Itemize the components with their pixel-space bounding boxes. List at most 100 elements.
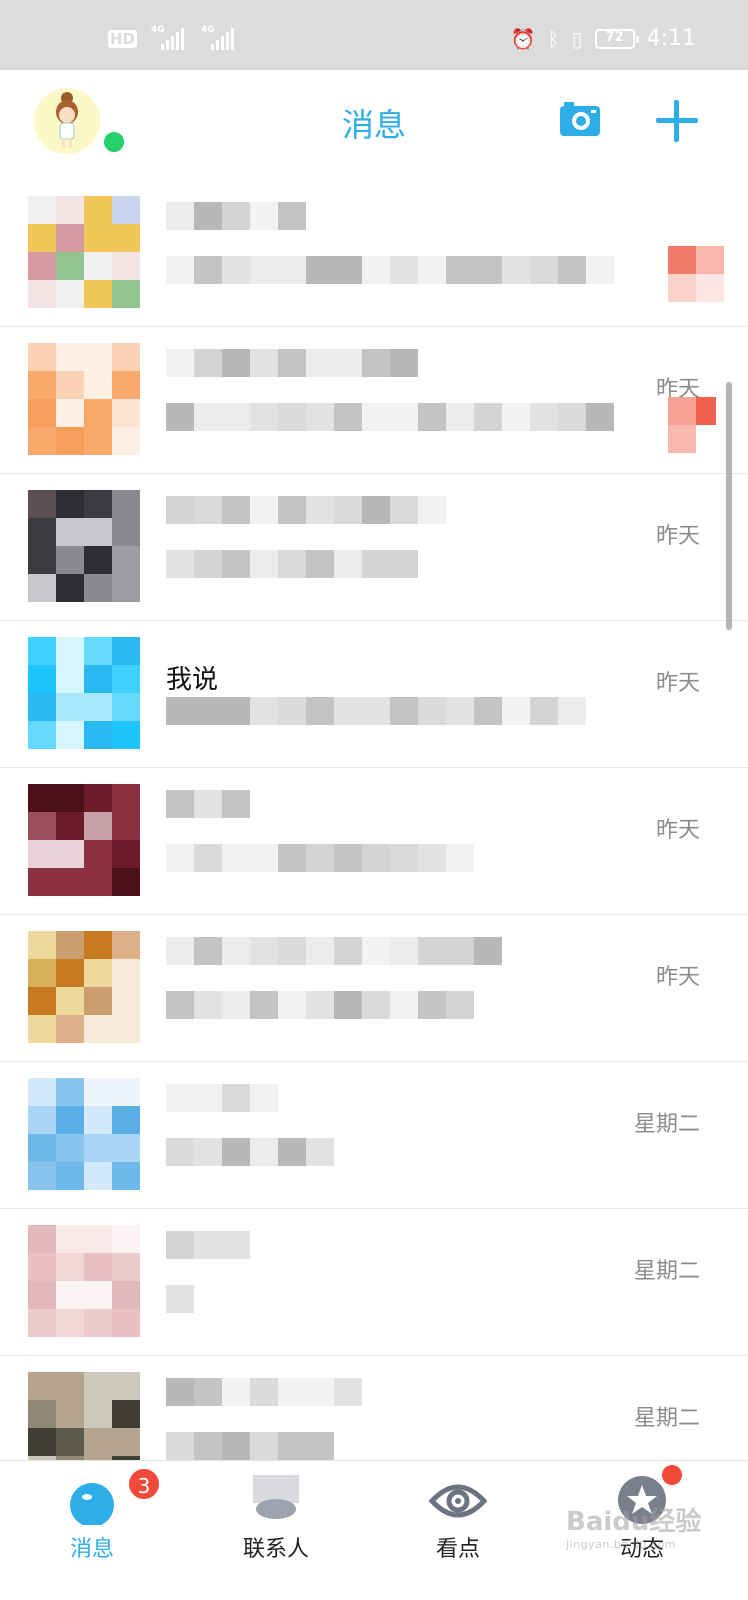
page-title: 消息 [341, 106, 406, 144]
message-pixel [418, 403, 446, 431]
avatar-pixel [56, 224, 84, 252]
message-pixel [474, 697, 502, 725]
conversation-row[interactable]: 星期二 [0, 1209, 748, 1356]
feed-notification-dot [662, 1465, 682, 1485]
name-pixel [334, 1378, 362, 1406]
message-pixel [306, 1138, 334, 1166]
nav-discover[interactable]: 看点 [388, 1461, 528, 1591]
avatar-pixel [84, 1428, 112, 1456]
message-pixel [166, 844, 194, 872]
message-pixel [194, 697, 222, 725]
message-pixel [502, 697, 530, 725]
avatar-pixel [84, 1400, 112, 1428]
unread-badge-pixelated [668, 246, 724, 302]
avatar-pixel [112, 1106, 140, 1134]
avatar-pixel [84, 224, 112, 252]
nav-messages-label: 消息 [69, 1537, 114, 1562]
avatar-pixel [28, 1372, 56, 1400]
avatar-pixel [28, 1225, 56, 1253]
avatar-pixel [84, 721, 112, 749]
avatar-pixel [112, 1015, 140, 1043]
message-pixel [446, 844, 474, 872]
vibrate-icon: ▯ [571, 26, 583, 51]
avatar-pixel [112, 1281, 140, 1309]
avatar-pixel [28, 840, 56, 868]
name-pixel [166, 1378, 194, 1406]
watermark: Baidu经验 jingyan.baidu.com [566, 1507, 702, 1551]
contact-name-pixelated [166, 1084, 278, 1112]
conversation-row[interactable]: 昨天 [0, 915, 748, 1062]
avatar-pixel [56, 1281, 84, 1309]
name-pixel [278, 349, 306, 377]
name-pixel [166, 496, 194, 524]
avatar-pixel [84, 868, 112, 896]
message-pixel [530, 256, 558, 284]
avatar-pixel [56, 1372, 84, 1400]
message-preview-pixelated [166, 403, 614, 431]
message-pixel [586, 256, 614, 284]
avatar-pixel [56, 665, 84, 693]
avatar-pixel [84, 637, 112, 665]
nav-discover-label: 看点 [435, 1537, 480, 1562]
avatar-pixel [28, 574, 56, 602]
eye-icon [428, 1475, 488, 1525]
avatar-pixel [112, 1134, 140, 1162]
avatar-pixel [28, 427, 56, 455]
conversation-row[interactable]: 昨天 [0, 327, 748, 474]
nav-messages[interactable]: 3 消息 [22, 1461, 162, 1591]
message-pixel [418, 697, 446, 725]
avatar-pixel [84, 280, 112, 308]
avatar-pixel [28, 343, 56, 371]
name-pixel [250, 202, 278, 230]
name-pixel [390, 937, 418, 965]
name-pixel [166, 1231, 194, 1259]
name-pixel [446, 937, 474, 965]
name-pixel [194, 496, 222, 524]
avatar-pixel [112, 1078, 140, 1106]
message-pixel [334, 256, 362, 284]
avatar-pixel [56, 721, 84, 749]
contact-avatar [28, 637, 140, 749]
avatar-pixel [28, 1134, 56, 1162]
avatar-pixel [84, 987, 112, 1015]
avatar-pixel [56, 1309, 84, 1337]
name-pixel [194, 1084, 222, 1112]
camera-button[interactable] [560, 100, 600, 140]
message-pixel [166, 1432, 194, 1460]
scrollbar[interactable] [726, 382, 732, 630]
name-pixel [166, 790, 194, 818]
avatar-pixel [112, 931, 140, 959]
avatar-pixel [112, 371, 140, 399]
conversation-row[interactable]: 星期二 [0, 1062, 748, 1209]
clock: 4:11 [646, 26, 696, 51]
name-pixel [222, 937, 250, 965]
name-pixel [222, 790, 250, 818]
conversation-row[interactable]: 我说 昨天 [0, 621, 748, 768]
conversation-row[interactable]: 昨天 [0, 768, 748, 915]
avatar-pixel [28, 1253, 56, 1281]
avatar-pixel [84, 812, 112, 840]
avatar-pixel [28, 518, 56, 546]
conversation-row[interactable] [0, 180, 748, 327]
avatar-pixel [112, 1309, 140, 1337]
avatar-pixel [28, 490, 56, 518]
message-preview-pixelated [166, 550, 418, 578]
message-pixel [390, 550, 418, 578]
message-pixel [558, 256, 586, 284]
avatar-pixel [84, 784, 112, 812]
message-time: 昨天 [655, 671, 700, 696]
message-pixel [390, 844, 418, 872]
message-pixel [278, 1138, 306, 1166]
contact-name-pixelated [166, 1378, 362, 1406]
avatar-pixel [28, 1428, 56, 1456]
message-pixel [166, 403, 194, 431]
avatar-pixel [84, 693, 112, 721]
contact-name-pixelated [166, 349, 418, 377]
conversation-row[interactable]: 昨天 [0, 474, 748, 621]
avatar-pixel [56, 1078, 84, 1106]
message-pixel [362, 697, 390, 725]
avatar-pixel [84, 1281, 112, 1309]
add-button[interactable] [656, 100, 698, 142]
message-pixel [586, 403, 614, 431]
nav-contacts[interactable]: 联系人 [206, 1461, 346, 1591]
